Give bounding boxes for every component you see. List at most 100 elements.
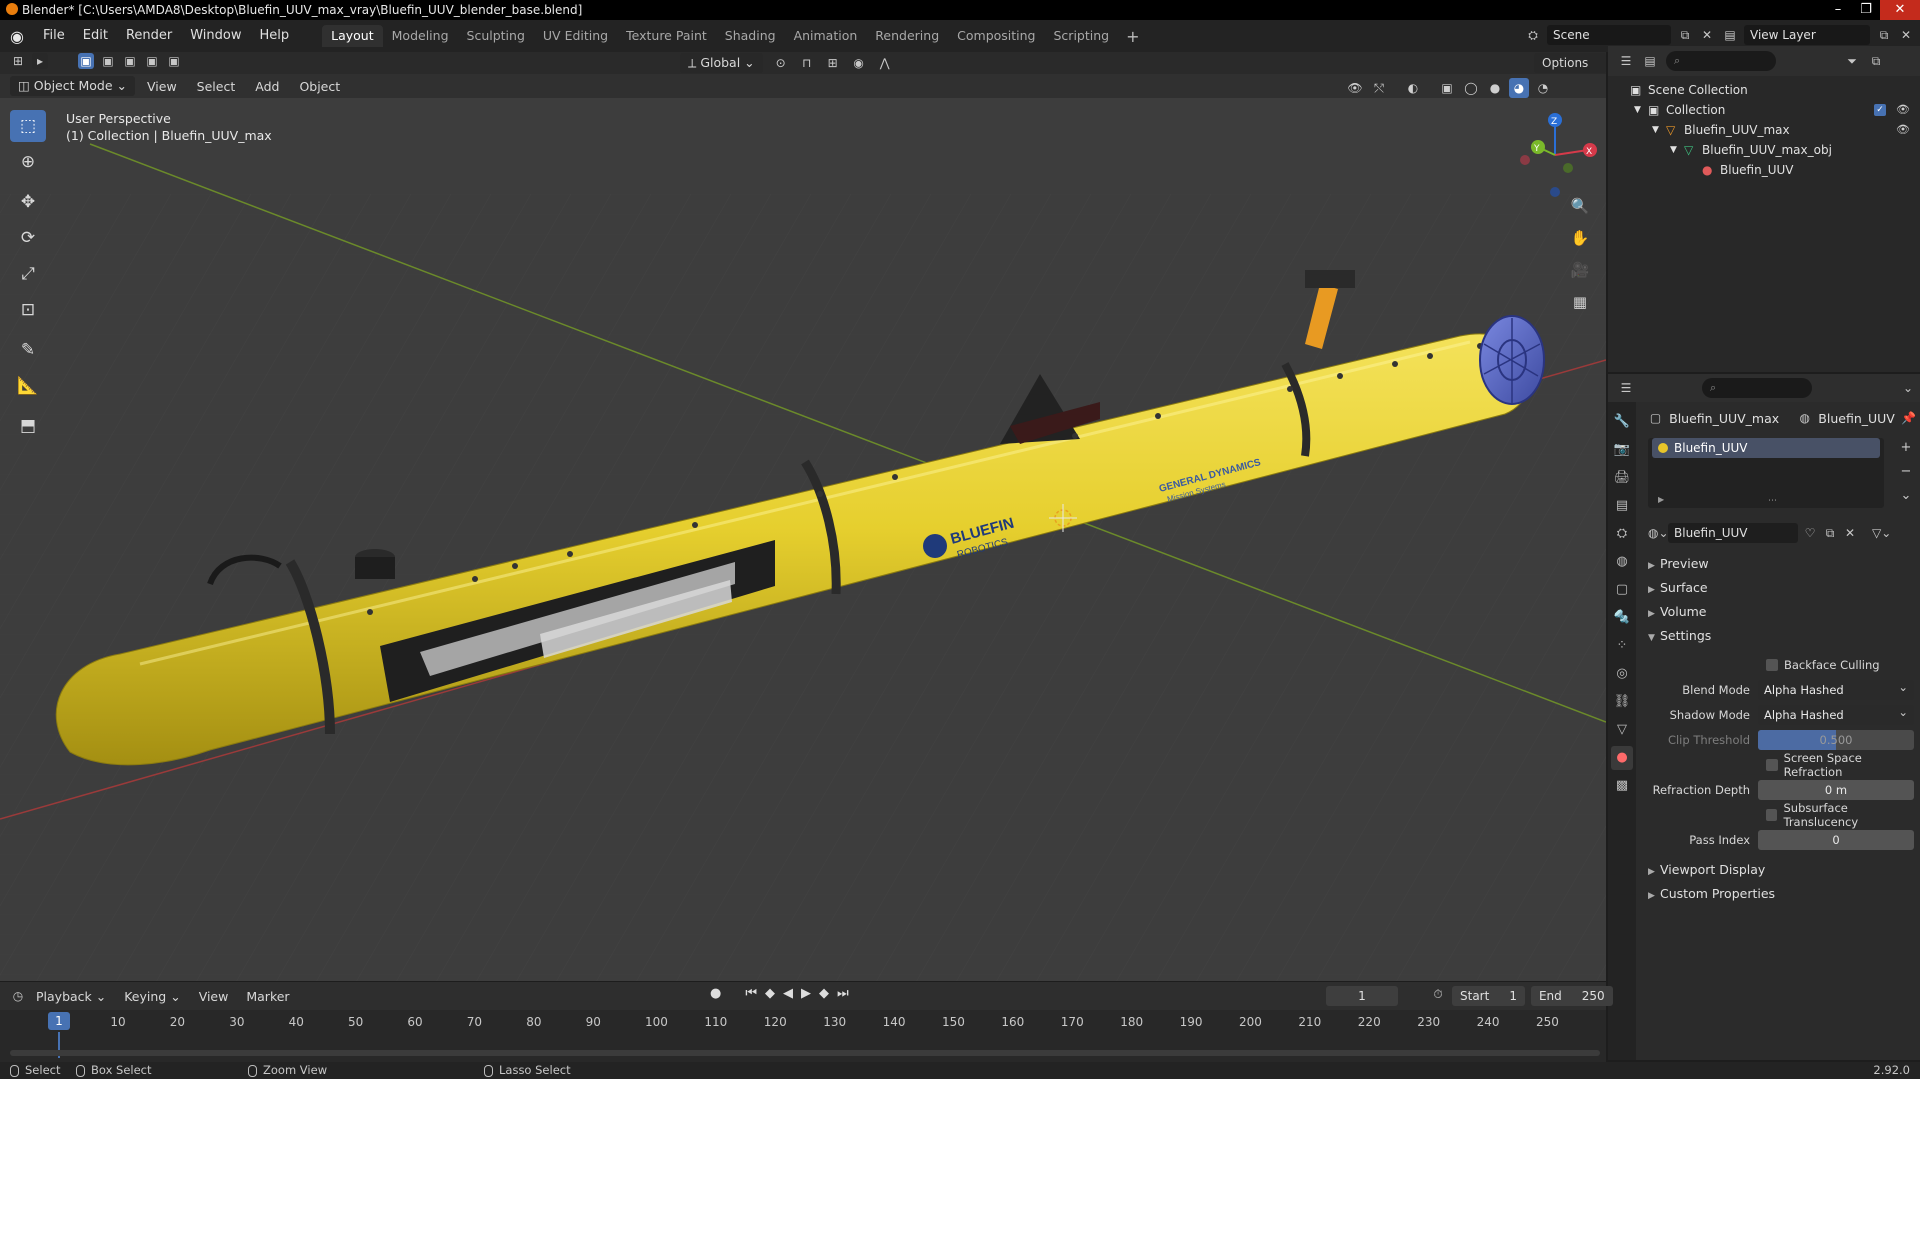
constraint-properties-icon[interactable]: ⛓ [1611,690,1633,714]
xray-icon[interactable]: ▣ [1437,78,1457,98]
scene-properties-icon[interactable]: ⛭ [1611,522,1633,546]
clip-threshold-slider[interactable]: 0.500 [1758,729,1914,750]
data-properties-icon[interactable]: ▽ [1611,718,1633,742]
object-properties-icon[interactable]: ▢ [1611,578,1633,602]
outliner-row-scene-collection[interactable]: ▣ Scene Collection [1608,80,1920,100]
expand-collection-icon[interactable]: ▼ [1634,100,1641,120]
next-keyframe-icon[interactable]: ◆ [819,986,829,1001]
physics-properties-icon[interactable]: ◎ [1611,662,1633,686]
tab-rendering[interactable]: Rendering [866,25,948,47]
properties-editor-icon[interactable]: ☰ [1618,380,1634,396]
duplicate-material-icon[interactable]: ⧉ [1822,525,1838,541]
select-invert-icon[interactable]: ▣ [144,53,160,69]
pan-hand-icon[interactable]: ✋ [1568,226,1592,250]
select-mode-icon[interactable]: ▸ [32,53,48,69]
timeline-scrollbar[interactable] [10,1050,1600,1056]
cursor-tool-icon[interactable]: ⊕ [10,146,46,178]
falloff-icon[interactable]: ⋀ [877,55,893,71]
viewport-menu-object[interactable]: Object [291,79,348,94]
start-frame-field[interactable]: Start 1 [1452,986,1525,1006]
jump-start-icon[interactable]: ⏮ [745,986,757,1001]
zoom-icon[interactable]: 🔍 [1568,194,1592,218]
jump-end-icon[interactable]: ⏭ [837,986,849,1001]
tab-animation[interactable]: Animation [785,25,867,47]
fake-user-icon[interactable]: ♡ [1802,525,1818,541]
play-icon[interactable]: ▶ [801,986,811,1001]
tab-modeling[interactable]: Modeling [383,25,458,47]
wireframe-shading-icon[interactable]: ◯ [1461,78,1481,98]
material-slot-list[interactable]: Bluefin_UUV ▶ ⋯ [1648,438,1884,508]
timeline-menu-playback[interactable]: Playback ⌄ [28,989,114,1004]
blend-mode-dropdown[interactable]: Alpha Hashed [1758,677,1914,700]
expand-mesh-icon[interactable]: ▼ [1670,140,1677,160]
editor-type-icon[interactable]: ⊞ [10,53,26,69]
new-scene-icon[interactable]: ⧉ [1677,27,1693,43]
outliner-row-object[interactable]: ▼ ▽ Bluefin_UUV_max 👁 [1608,120,1920,140]
overlays-icon[interactable]: ◐ [1403,78,1423,98]
prev-keyframe-icon[interactable]: ◆ [765,986,775,1001]
properties-search-input[interactable]: ⌕ [1702,378,1812,398]
particle-properties-icon[interactable]: ⁘ [1611,634,1633,658]
tab-shading[interactable]: Shading [716,25,785,47]
collection-checkbox[interactable]: ✓ [1874,104,1886,116]
ortho-grid-icon[interactable]: ▦ [1568,290,1592,314]
material-slot-item[interactable]: Bluefin_UUV [1652,438,1880,458]
display-mode-icon[interactable]: ▤ [1642,53,1658,69]
close-window-button[interactable]: ✕ [1880,0,1920,20]
tab-scripting[interactable]: Scripting [1045,25,1119,47]
select-new-icon[interactable]: ▣ [78,53,94,69]
collection-visibility-icon[interactable]: 👁 [1896,100,1910,120]
outliner-editor-icon[interactable]: ☰ [1618,53,1634,69]
outliner-search-input[interactable]: ⌕ [1666,51,1776,71]
menu-edit[interactable]: Edit [74,20,117,52]
add-workspace-button[interactable]: + [1118,27,1147,46]
menu-file[interactable]: File [34,20,74,52]
proportional-edit-icon[interactable]: ◉ [851,55,867,71]
mode-dropdown[interactable]: ◫ Object Mode ⌄ [10,76,135,96]
slot-list-resize-icon[interactable]: ⋯ [1768,496,1777,506]
tab-compositing[interactable]: Compositing [948,25,1044,47]
output-properties-icon[interactable]: 🖨 [1611,466,1633,490]
record-icon[interactable]: ● [710,986,721,1001]
add-slot-icon[interactable]: + [1896,438,1916,458]
modifier-properties-icon[interactable]: 🔩 [1611,606,1633,630]
timeline-menu-keying[interactable]: Keying ⌄ [116,989,188,1004]
view-layer-name-field[interactable]: View Layer [1744,25,1870,45]
tab-texture-paint[interactable]: Texture Paint [617,25,716,47]
shadow-mode-dropdown[interactable]: Alpha Hashed [1758,702,1914,725]
material-name-field[interactable]: Bluefin_UUV [1668,523,1798,543]
annotate-tool-icon[interactable]: ✎ [10,334,46,366]
sss-row[interactable]: Subsurface Translucency [1640,801,1920,829]
viewport-menu-add[interactable]: Add [247,79,287,94]
menu-window[interactable]: Window [181,20,250,52]
view-layer-selector[interactable]: ▤ View Layer ⧉ ✕ [1722,24,1914,46]
expand-object-icon[interactable]: ▼ [1652,120,1659,140]
maximize-button[interactable]: ❐ [1852,0,1880,20]
new-collection-icon[interactable]: ⧉ [1868,53,1884,69]
material-shading-icon[interactable]: ◕ [1509,78,1529,98]
remove-slot-icon[interactable]: − [1896,462,1916,482]
timeline-menu-view[interactable]: View [191,989,237,1004]
filter-icon[interactable]: ⏷ [1844,53,1860,69]
panel-viewport-display[interactable]: ▶ Viewport Display [1640,858,1920,882]
tab-uv-editing[interactable]: UV Editing [534,25,617,47]
end-frame-field[interactable]: End 250 [1530,986,1613,1006]
texture-properties-icon[interactable]: ▩ [1611,774,1633,798]
visibility-icon[interactable]: 👁 [1345,78,1365,98]
navigation-gizmo[interactable]: Z X Y [1510,110,1600,200]
panel-volume[interactable]: ▶ Volume [1640,600,1920,624]
slot-list-expand-icon[interactable]: ▶ [1658,495,1664,504]
outliner-row-material[interactable]: ● Bluefin_UUV [1608,160,1920,180]
object-visibility-icon[interactable]: 👁 [1896,120,1910,140]
transform-tool-icon[interactable]: ⊡ [10,294,46,326]
panel-settings[interactable]: ▼ Settings [1640,624,1920,648]
select-subtract-icon[interactable]: ▣ [122,53,138,69]
tab-sculpting[interactable]: Sculpting [458,25,534,47]
delete-view-layer-icon[interactable]: ✕ [1898,27,1914,43]
tool-properties-icon[interactable]: 🔧 [1611,410,1633,434]
viewport-menu-view[interactable]: View [139,79,185,94]
viewport-menu-select[interactable]: Select [189,79,244,94]
menu-render[interactable]: Render [117,20,181,52]
timeline-editor-icon[interactable]: ◷ [10,988,26,1004]
camera-view-icon[interactable]: 🎥 [1568,258,1592,282]
